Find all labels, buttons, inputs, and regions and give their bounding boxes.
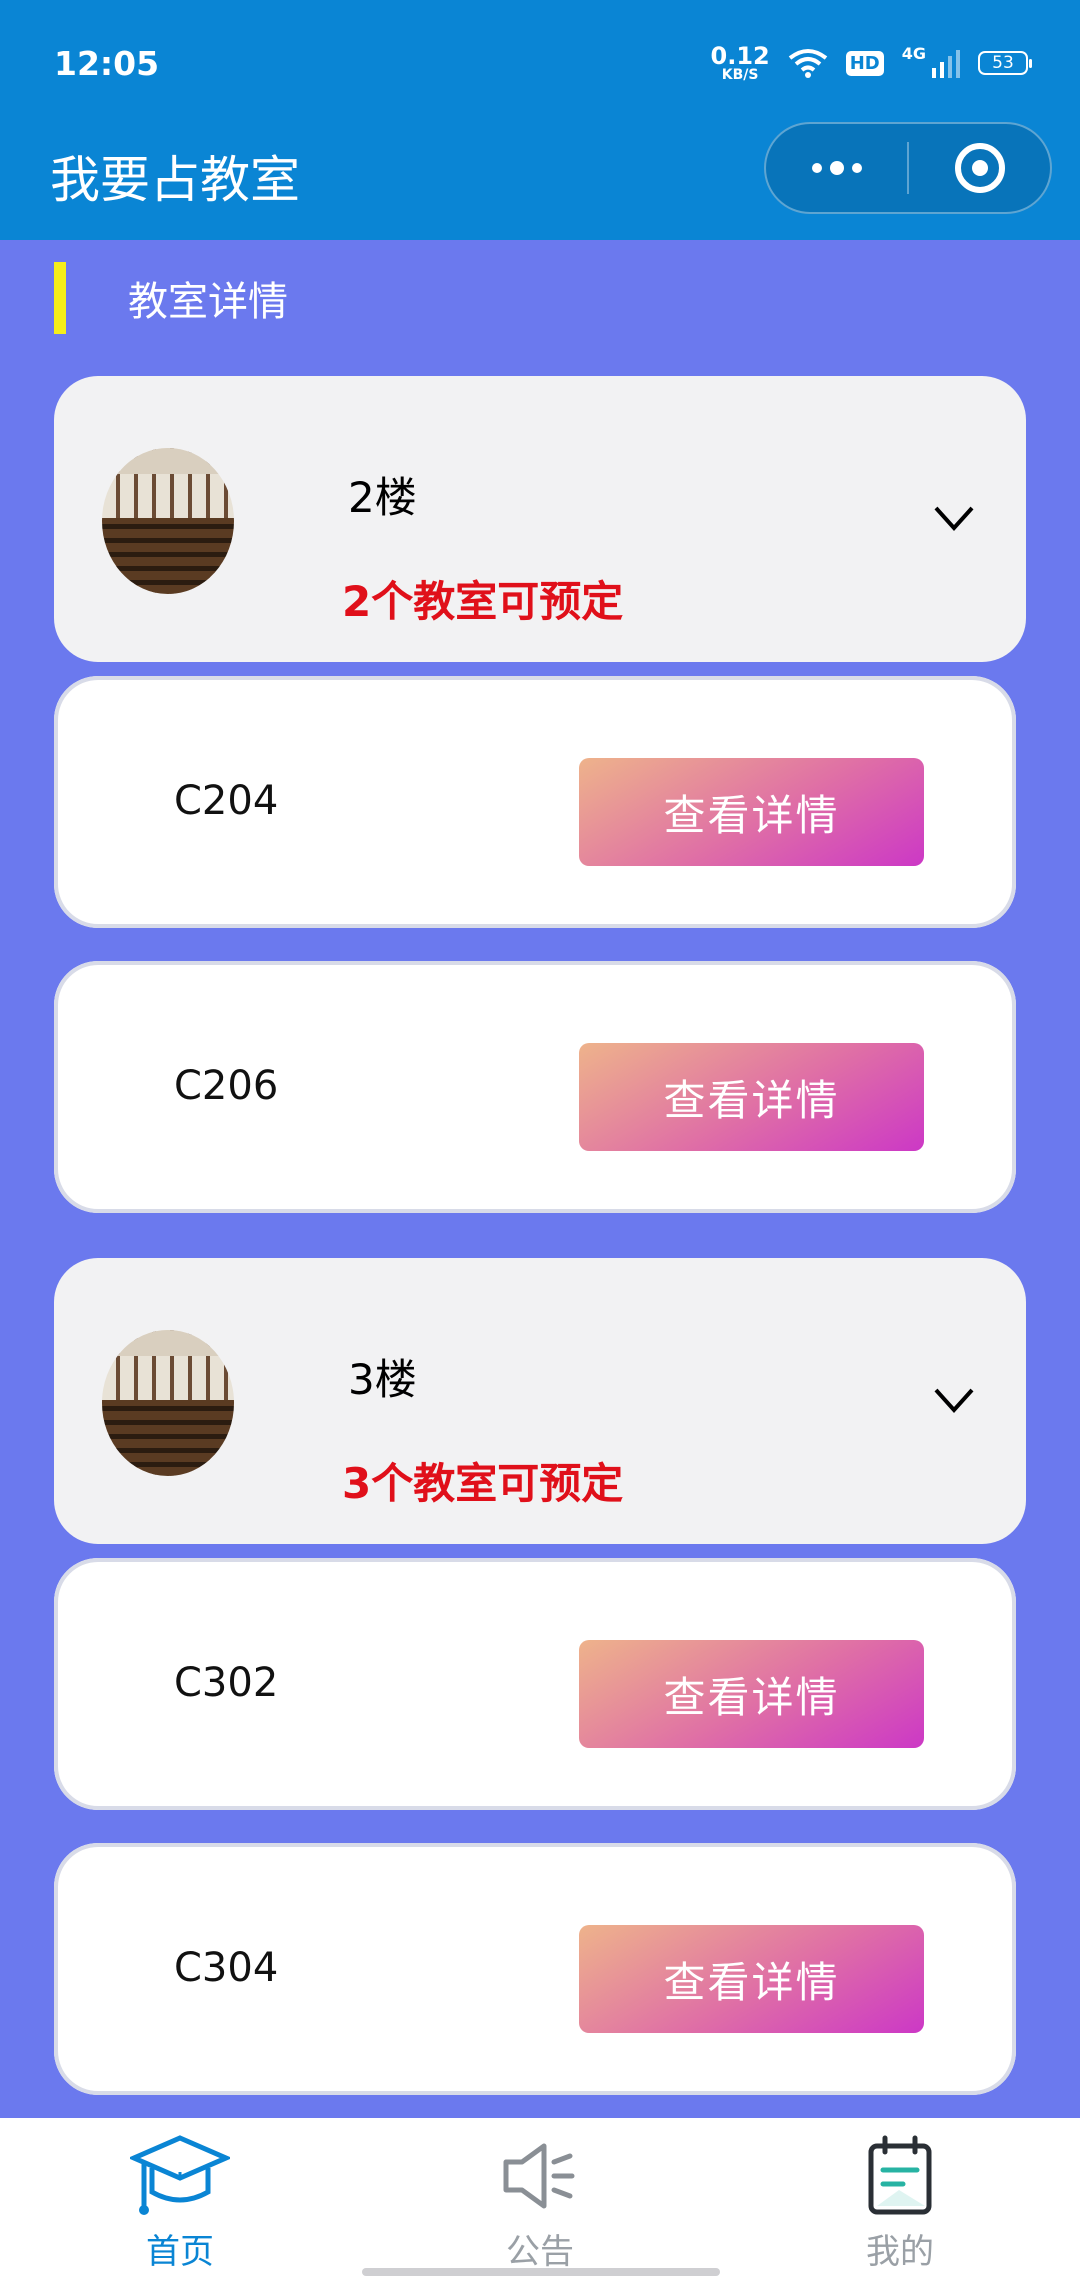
section-header: 教室详情: [54, 262, 288, 334]
more-dots-icon: [811, 161, 862, 175]
chevron-down-icon[interactable]: [932, 496, 976, 540]
megaphone-icon: [503, 2143, 575, 2209]
mini-program-capsule: [764, 122, 1052, 214]
available-count: 2个教室可预定: [342, 577, 624, 626]
battery-indicator: 53: [978, 51, 1032, 75]
available-count: 3个教室可预定: [342, 1459, 624, 1508]
graduation-cap-icon: [130, 2135, 230, 2215]
network-speed: 0.12 KB/S: [711, 44, 770, 82]
battery-level: 53: [992, 53, 1014, 73]
tab-label: 公告: [506, 2232, 574, 2272]
tab-home[interactable]: 首页: [0, 2118, 360, 2280]
hd-badge: HD: [845, 50, 884, 76]
view-details-button[interactable]: 查看详情: [579, 1640, 924, 1748]
tab-label: 我的: [866, 2232, 934, 2272]
room-card: C206 查看详情: [54, 961, 1016, 1213]
app-header: 12:05 0.12 KB/S HD 4G 53 我要占教室: [0, 0, 1080, 240]
room-card: C302 查看详情: [54, 1558, 1016, 1810]
more-button[interactable]: [766, 124, 907, 212]
room-name: C204: [174, 778, 279, 824]
classroom-photo: [102, 1330, 234, 1476]
network-type: 4G: [901, 43, 926, 63]
room-name: C304: [174, 1945, 279, 1991]
target-icon: [954, 143, 1005, 193]
status-time: 12:05: [54, 44, 160, 83]
bottom-tab-bar: 首页 公告 我的: [0, 2118, 1080, 2280]
signal-icon: [932, 50, 960, 78]
room-name: C302: [174, 1660, 279, 1706]
room-card: C204 查看详情: [54, 676, 1016, 928]
floor-card[interactable]: 3楼 3个教室可预定: [54, 1258, 1026, 1544]
room-name: C206: [174, 1063, 279, 1109]
status-icons: 0.12 KB/S HD 4G 53: [711, 43, 1032, 82]
section-accent-bar: [54, 262, 66, 334]
page-title: 我要占教室: [50, 151, 300, 209]
view-details-button[interactable]: 查看详情: [579, 1043, 924, 1151]
notebook-icon: [868, 2135, 932, 2215]
network-speed-unit: KB/S: [721, 67, 759, 83]
classroom-photo: [102, 448, 234, 594]
wifi-icon: [788, 49, 827, 78]
tab-mine[interactable]: 我的: [720, 2118, 1080, 2280]
view-details-button[interactable]: 查看详情: [579, 1925, 924, 2033]
floor-card[interactable]: 2楼 2个教室可预定: [54, 376, 1026, 662]
chevron-down-icon[interactable]: [932, 1378, 976, 1422]
tab-notices[interactable]: 公告: [360, 2118, 720, 2280]
tab-label: 首页: [146, 2232, 214, 2272]
close-button[interactable]: [909, 124, 1050, 212]
network-speed-value: 0.12: [710, 42, 770, 70]
view-details-button[interactable]: 查看详情: [579, 758, 924, 866]
floor-name: 2楼: [348, 473, 417, 522]
home-indicator: [362, 2268, 720, 2276]
section-title: 教室详情: [128, 279, 288, 325]
room-card: C304 查看详情: [54, 1843, 1016, 2095]
floor-name: 3楼: [348, 1355, 417, 1404]
